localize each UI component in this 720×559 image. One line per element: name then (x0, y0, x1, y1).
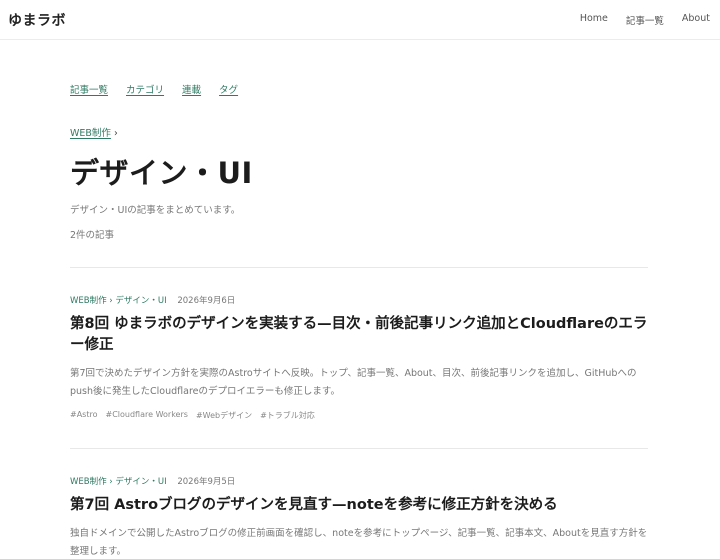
post-title-link[interactable]: 第7回 Astroブログのデザインを見直す—noteを参考に修正方針を決める (70, 497, 558, 513)
sub-nav: 記事一覧 カテゴリ 連載 タグ (70, 82, 238, 96)
breadcrumb: WEB制作 › (70, 125, 118, 139)
post-card: WEB制作 › デザイン・UI 2026年9月6日 第8回 ゆまラボのデザインを… (70, 294, 648, 421)
post-date: 2026年9月6日 (177, 296, 236, 306)
subnav-categories[interactable]: カテゴリ (126, 82, 164, 96)
post-excerpt: 独自ドメインで公開したAstroブログの修正前画面を確認し、noteを参考にトッ… (70, 528, 648, 557)
post-title: 第8回 ゆまラボのデザインを実装する—目次・前後記事リンク追加とCloudfla… (70, 314, 648, 356)
divider (70, 448, 648, 449)
post-title: 第7回 Astroブログのデザインを見直す—noteを参考に修正方針を決める (70, 495, 648, 516)
subnav-series[interactable]: 連載 (182, 82, 201, 96)
post-category-link[interactable]: WEB制作 › デザイン・UI (70, 477, 167, 487)
breadcrumb-separator: › (113, 128, 118, 139)
site-header: ゆまラボ Home 記事一覧 About (0, 0, 720, 40)
post-meta: WEB制作 › デザイン・UI 2026年9月6日 (70, 294, 648, 306)
breadcrumb-parent-link[interactable]: WEB制作 (70, 128, 111, 139)
page-description: デザイン・UIの記事をまとめています。 (70, 205, 241, 216)
nav-home[interactable]: Home (580, 13, 608, 27)
global-nav: Home 記事一覧 About (580, 13, 710, 27)
post-tags: #Astro #Cloudflare Workers #Webデザイン #トラブ… (70, 410, 648, 421)
page-title: デザイン・UI (70, 156, 253, 190)
tag-link[interactable]: #Cloudflare Workers (106, 410, 188, 421)
nav-about[interactable]: About (682, 13, 710, 27)
tag-link[interactable]: #Webデザイン (196, 410, 252, 421)
post-date: 2026年9月5日 (177, 477, 236, 487)
article-count: 2件の記事 (70, 230, 115, 241)
nav-articles[interactable]: 記事一覧 (626, 13, 664, 27)
subnav-articles[interactable]: 記事一覧 (70, 82, 108, 96)
post-title-link[interactable]: 第8回 ゆまラボのデザインを実装する—目次・前後記事リンク追加とCloudfla… (70, 316, 647, 353)
post-category-link[interactable]: WEB制作 › デザイン・UI (70, 296, 167, 306)
post-card: WEB制作 › デザイン・UI 2026年9月5日 第7回 Astroブログのデ… (70, 475, 648, 559)
post-meta: WEB制作 › デザイン・UI 2026年9月5日 (70, 475, 648, 487)
divider (70, 267, 648, 268)
tag-link[interactable]: #Astro (70, 410, 98, 421)
tag-link[interactable]: #トラブル対応 (260, 410, 315, 421)
site-logo[interactable]: ゆまラボ (8, 10, 66, 30)
post-excerpt: 第7回で決めたデザイン方針を実際のAstroサイトへ反映。トップ、記事一覧、Ab… (70, 368, 637, 397)
subnav-tags[interactable]: タグ (219, 82, 238, 96)
